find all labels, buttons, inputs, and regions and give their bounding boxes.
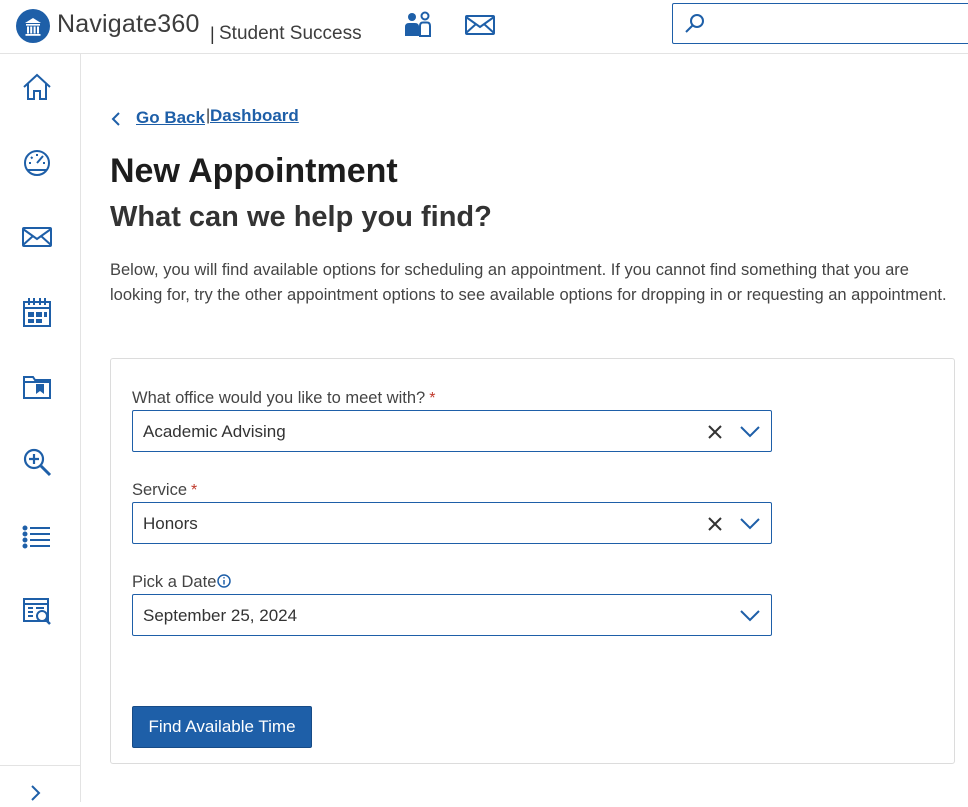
find-available-time-button[interactable]: Find Available Time (132, 706, 312, 748)
chevron-left-icon[interactable] (110, 111, 122, 132)
messages-icon (21, 226, 53, 253)
date-label-text: Pick a Date (132, 573, 217, 591)
sidebar-item-dashboard[interactable] (18, 145, 56, 183)
dashboard-gauge-icon (21, 148, 53, 181)
navigate-logo[interactable] (16, 9, 50, 43)
left-sidebar (0, 54, 81, 802)
sidebar-item-messages[interactable] (18, 220, 56, 258)
info-icon[interactable] (217, 574, 232, 588)
chevron-down-icon[interactable] (739, 517, 761, 531)
date-picker[interactable]: September 25, 2024 (132, 594, 772, 636)
required-mark: * (191, 482, 198, 499)
office-select-value: Academic Advising (143, 422, 286, 441)
sidebar-item-calendar[interactable] (18, 295, 56, 333)
go-back-link[interactable]: Go Back (136, 108, 205, 128)
brand-separator: | (210, 24, 215, 44)
search-field[interactable] (672, 3, 968, 44)
page-subtitle: What can we help you find? (110, 201, 492, 233)
service-label-text: Service (132, 481, 188, 499)
people-icon[interactable] (401, 8, 435, 42)
clear-service-icon[interactable] (707, 516, 723, 532)
list-icon (22, 524, 52, 555)
page-title: New Appointment (110, 152, 398, 190)
search-icon[interactable] (683, 12, 707, 41)
home-icon (22, 73, 52, 106)
sidebar-item-search[interactable] (18, 445, 56, 483)
office-label: What office would you like to meet with?… (132, 389, 435, 408)
intro-text: Below, you will find available options f… (110, 261, 947, 304)
chevron-down-icon[interactable] (739, 609, 761, 623)
chevron-right-icon (28, 784, 42, 807)
sidebar-item-list[interactable] (18, 520, 56, 558)
service-select-value: Honors (143, 514, 198, 533)
sidebar-item-home[interactable] (18, 70, 56, 108)
sidebar-item-reports[interactable] (18, 595, 56, 633)
search-input[interactable] (709, 10, 959, 38)
office-label-text: What office would you like to meet with? (132, 389, 426, 407)
date-picker-value: September 25, 2024 (143, 606, 298, 625)
mail-icon[interactable] (463, 8, 497, 42)
calendar-icon (21, 296, 53, 333)
sidebar-item-folder[interactable] (18, 370, 56, 408)
product-name: Student Success (219, 23, 362, 44)
chevron-down-icon[interactable] (739, 425, 761, 439)
date-label: Pick a Date (132, 573, 232, 592)
service-select[interactable]: Honors (132, 502, 772, 544)
folder-icon (21, 373, 53, 406)
report-icon (21, 596, 53, 633)
brand-name: Navigate360 (57, 10, 200, 38)
required-mark: * (429, 390, 436, 407)
clear-office-icon[interactable] (707, 424, 723, 440)
zoom-search-icon (22, 447, 52, 482)
sidebar-expand-toggle[interactable] (0, 765, 80, 802)
service-label: Service * (132, 481, 197, 500)
top-bar: Navigate360 | Student Success (0, 0, 968, 54)
dashboard-link[interactable]: Dashboard (210, 106, 299, 126)
office-select[interactable]: Academic Advising (132, 410, 772, 452)
appointment-form-card: What office would you like to meet with?… (110, 358, 955, 764)
